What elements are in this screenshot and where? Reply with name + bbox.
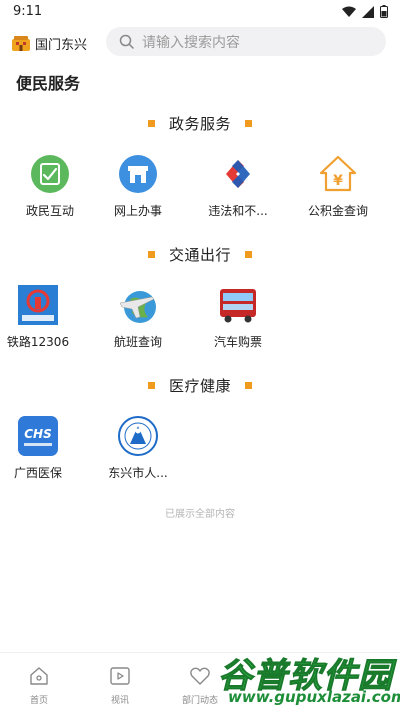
- page-title: 便民服务: [16, 74, 81, 93]
- bus-icon: [220, 289, 256, 323]
- end-of-content-note: 已展示全部内容: [165, 509, 235, 520]
- chs-medical-insurance-icon: CHS: [18, 416, 58, 456]
- check-board-icon: [31, 155, 69, 193]
- service-label: 铁路12306: [6, 335, 70, 349]
- service-label: 网上办事: [113, 204, 162, 218]
- section-marker-left: [147, 250, 155, 258]
- heart-icon: [190, 667, 210, 685]
- search-placeholder: 请输入搜索内容: [142, 34, 240, 51]
- airplane-globe-icon: [119, 291, 156, 323]
- service-item-interaction[interactable]: 政民互动: [0, 154, 100, 224]
- service-label: 政民互动: [25, 204, 74, 218]
- service-item-housing-fund[interactable]: ¥ 公积金查询: [288, 154, 388, 224]
- search-input[interactable]: 请输入搜索内容: [106, 27, 386, 56]
- nav-label: 视讯: [110, 696, 129, 706]
- service-label: 东兴市人...: [108, 466, 168, 480]
- section-header-government: 政务服务: [0, 112, 400, 134]
- service-item-report[interactable]: 违法和不...: [188, 154, 288, 224]
- gate-logo-icon: [12, 35, 30, 51]
- nav-video[interactable]: 视讯: [90, 665, 150, 711]
- service-item-online-affairs[interactable]: 网上办事: [88, 154, 188, 224]
- status-icons: [342, 5, 388, 18]
- service-item-flight[interactable]: 航班查询: [88, 285, 188, 355]
- signal-icon: [362, 5, 374, 18]
- service-label: 航班查询: [113, 335, 162, 349]
- service-item-hospital[interactable]: 东兴市人...: [88, 416, 188, 486]
- service-grid-government: 政民互动 网上办事 违法和不... ¥ 公积金查询: [0, 154, 400, 224]
- hospital-emblem-icon: [118, 416, 158, 456]
- service-label: 违法和不...: [208, 204, 268, 218]
- section-marker-right: [245, 119, 252, 127]
- section-header-transport: 交通出行: [0, 243, 400, 265]
- service-label: 广西医保: [13, 466, 62, 480]
- battery-icon: [380, 5, 388, 18]
- section-marker-right: [245, 381, 252, 389]
- service-grid-transport: 铁路12306 航班查询 汽车购票: [0, 285, 400, 355]
- service-item-bus-ticket[interactable]: 汽车购票: [188, 285, 288, 355]
- site-watermark: 谷普软件园 www.gupuxlazai.com: [218, 648, 400, 712]
- svg-text:¥: ¥: [333, 173, 343, 189]
- section-title: 医疗健康: [168, 376, 231, 395]
- logo-text: 国门东兴: [35, 38, 88, 53]
- service-item-railway[interactable]: 铁路12306: [0, 285, 88, 355]
- housing-fund-icon: ¥: [319, 155, 357, 192]
- section-title: 交通出行: [168, 245, 231, 264]
- service-grid-medical: CHS 广西医保 东兴市人...: [0, 416, 400, 486]
- service-label: 汽车购票: [213, 335, 262, 349]
- wifi-icon: [342, 6, 356, 17]
- watermark-url: www.gupuxlazai.com: [228, 688, 400, 706]
- report-logo-icon: [226, 160, 250, 188]
- storefront-icon: [119, 155, 157, 193]
- service-label: 公积金查询: [307, 204, 368, 218]
- status-time: 9:11: [13, 4, 43, 19]
- home-icon: [30, 667, 48, 685]
- status-bar: 9:11: [0, 0, 400, 24]
- section-marker-left: [147, 119, 155, 127]
- service-item-medical-insurance[interactable]: CHS 广西医保: [0, 416, 88, 486]
- svg-text:CHS: CHS: [24, 427, 52, 441]
- search-icon: [119, 34, 134, 49]
- section-header-medical: 医疗健康: [0, 374, 400, 396]
- top-bar: 国门东兴 请输入搜索内容: [0, 24, 400, 60]
- section-title: 政务服务: [168, 114, 231, 133]
- video-icon: [110, 667, 130, 685]
- watermark-title: 谷普软件园: [218, 656, 393, 697]
- app-logo[interactable]: 国门东兴: [12, 34, 87, 53]
- section-marker-left: [147, 381, 155, 389]
- nav-label: 首页: [29, 696, 48, 706]
- section-marker-right: [245, 250, 252, 258]
- nav-home[interactable]: 首页: [9, 665, 69, 711]
- railway-icon: [18, 285, 58, 325]
